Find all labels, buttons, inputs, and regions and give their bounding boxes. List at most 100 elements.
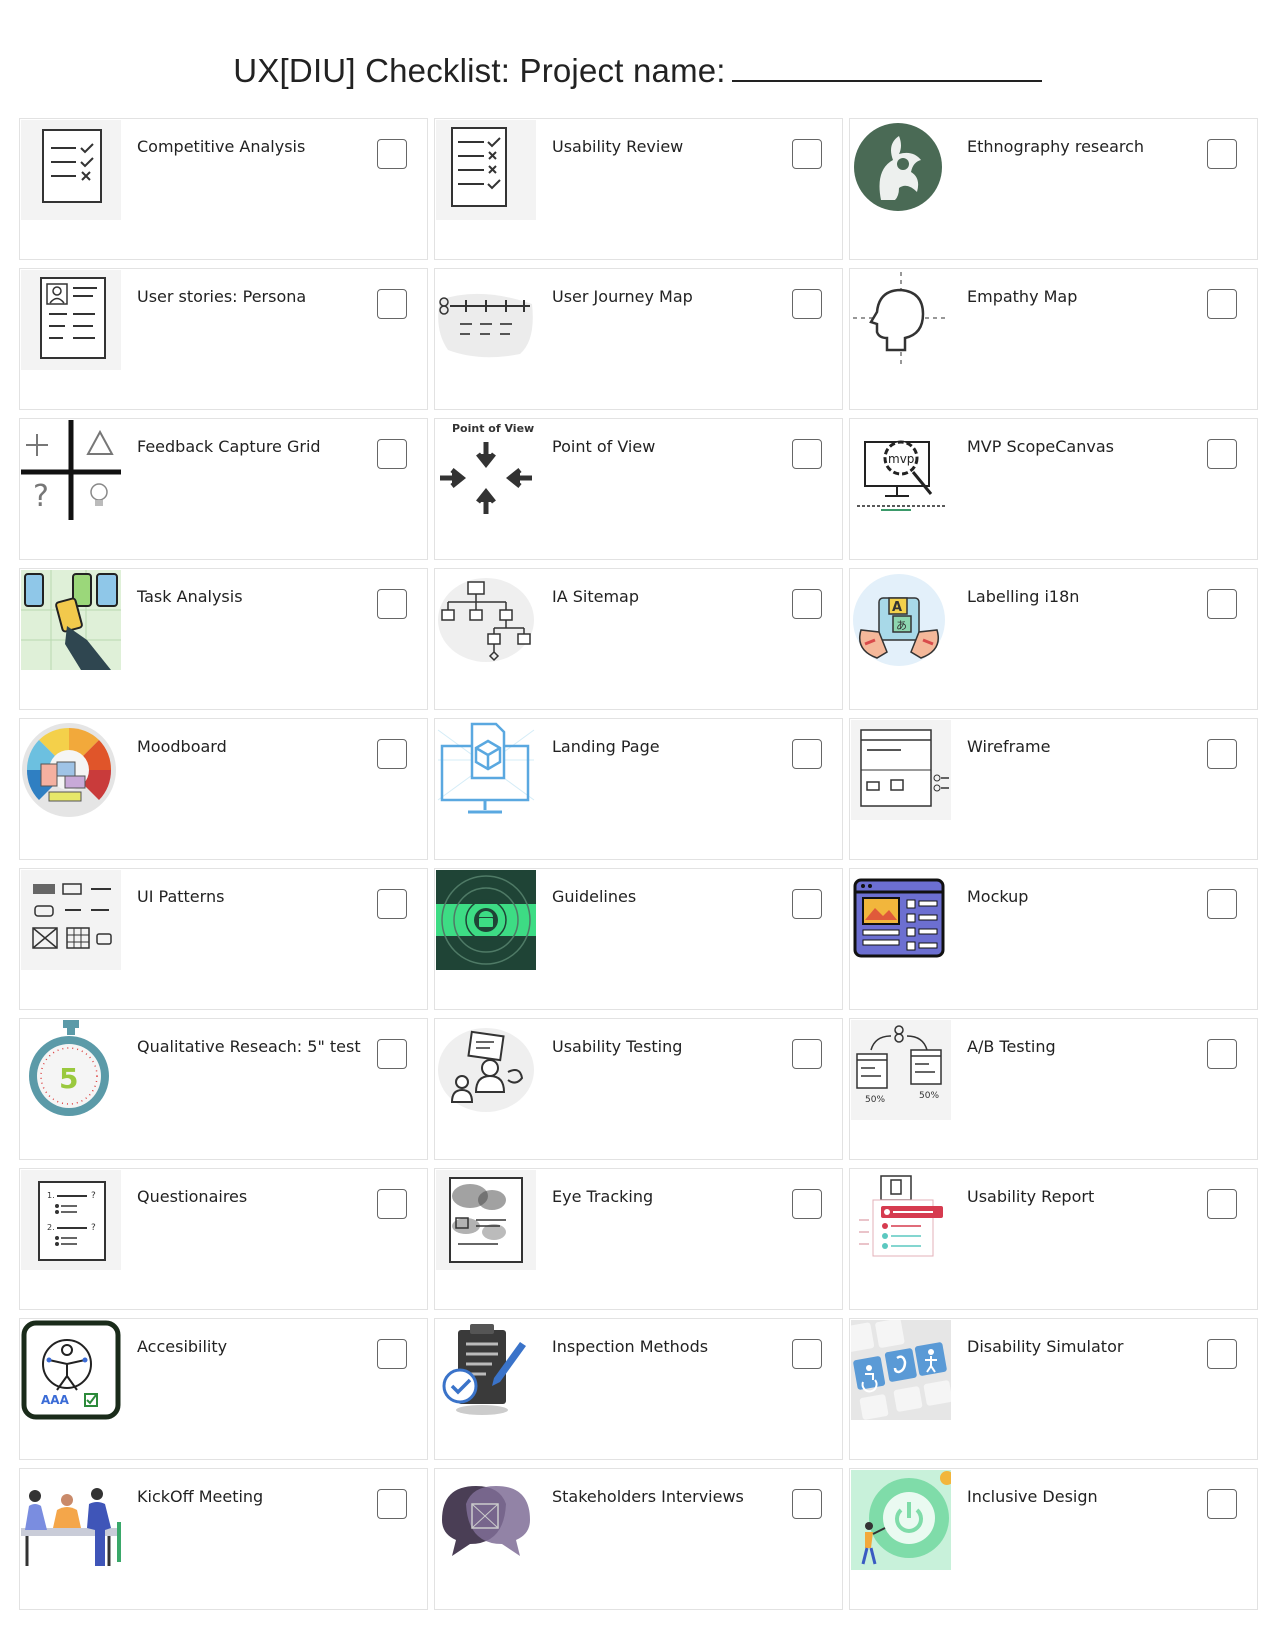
checkbox[interactable] [792, 589, 822, 619]
mvp-gear-icon: mvp [851, 420, 951, 520]
feedback-grid-icon: ? [21, 420, 121, 520]
task-analysis-icon [21, 570, 121, 670]
accessibility-icon: AAA [21, 1320, 121, 1420]
usability-testing-icon [436, 1020, 536, 1120]
checklist-card: mvp MVP ScopeCanvas [849, 418, 1258, 560]
translation-icon: A あ [851, 570, 951, 670]
svg-text:あ: あ [896, 619, 907, 632]
checkbox[interactable] [1207, 1039, 1237, 1069]
checkbox[interactable] [1207, 589, 1237, 619]
item-label: A/B Testing [967, 1037, 1056, 1056]
item-label: Moodboard [137, 737, 227, 756]
svg-text:50%: 50% [865, 1095, 885, 1105]
checklist-card: Ethnography research [849, 118, 1258, 260]
checkbox[interactable] [1207, 439, 1237, 469]
checkbox[interactable] [792, 889, 822, 919]
checklist-card: Competitive Analysis [19, 118, 428, 260]
checkbox[interactable] [377, 1339, 407, 1369]
ui-patterns-icon [21, 870, 121, 970]
item-label: Usability Testing [552, 1037, 683, 1056]
svg-text:?: ? [91, 1191, 96, 1201]
power-button-icon [851, 1470, 951, 1570]
point-of-view-caption: Point of View [452, 422, 534, 435]
point-of-view-icon: Point of View [436, 420, 536, 520]
checkbox[interactable] [377, 739, 407, 769]
checkbox[interactable] [1207, 1489, 1237, 1519]
item-label: Labelling i18n [967, 587, 1080, 606]
checklist-card: Eye Tracking [434, 1168, 843, 1310]
item-label: Ethnography research [967, 137, 1145, 156]
checklist-card: Guidelines [434, 868, 843, 1010]
checklist-card: 50% 50% A/B Testing [849, 1018, 1258, 1160]
checkbox[interactable] [1207, 1189, 1237, 1219]
checklist-card: User stories: Persona [19, 268, 428, 410]
item-label: Task Analysis [137, 587, 243, 606]
checklist-card: Moodboard [19, 718, 428, 860]
svg-text:A: A [892, 600, 902, 615]
checkbox[interactable] [377, 139, 407, 169]
checkbox[interactable] [1207, 1339, 1237, 1369]
checklist-card: UI Patterns [19, 868, 428, 1010]
checklist-icon [21, 120, 121, 220]
checkbox[interactable] [1207, 139, 1237, 169]
project-name-blank [731, 50, 1042, 82]
questionnaire-icon: 1. ? 2. ? [21, 1170, 121, 1270]
checklist-card: Point of View Point of View [434, 418, 843, 560]
item-label: Guidelines [552, 887, 637, 906]
checklist-card: Usability Report [849, 1168, 1258, 1310]
checkbox[interactable] [1207, 889, 1237, 919]
five-seconds-caption: 5 [59, 1062, 78, 1095]
heatmap-icon [436, 1170, 536, 1270]
item-label: UI Patterns [137, 887, 225, 906]
checklist-card: 1. ? 2. ? Questionaires [19, 1168, 428, 1310]
checkbox[interactable] [377, 439, 407, 469]
mvp-caption: mvp [888, 452, 914, 466]
item-label: Point of View [552, 437, 656, 456]
checklist-card: A あ Labelling i18n [849, 568, 1258, 710]
checklist-card: Inclusive Design [849, 1468, 1258, 1610]
svg-text:2.: 2. [47, 1223, 55, 1232]
checklist-card: Usability Testing [434, 1018, 843, 1160]
item-label: Empathy Map [967, 287, 1078, 306]
checklist-card: Inspection Methods [434, 1318, 843, 1460]
checklist-card: 5 Qualitative Reseach: 5" test [19, 1018, 428, 1160]
color-wheel-icon [21, 720, 121, 820]
checkbox[interactable] [1207, 739, 1237, 769]
item-label: Wireframe [967, 737, 1051, 756]
checkbox[interactable] [377, 889, 407, 919]
checkbox[interactable] [792, 439, 822, 469]
journey-map-icon [436, 270, 536, 370]
item-label: Inspection Methods [552, 1337, 709, 1356]
checkbox[interactable] [1207, 289, 1237, 319]
ethnography-icon [851, 120, 951, 220]
checkbox[interactable] [792, 1189, 822, 1219]
checkbox[interactable] [377, 1489, 407, 1519]
checkbox[interactable] [792, 1039, 822, 1069]
aaa-caption: AAA [41, 1393, 70, 1407]
checkbox[interactable] [792, 1339, 822, 1369]
checkbox[interactable] [792, 289, 822, 319]
svg-text:50%: 50% [919, 1091, 939, 1101]
head-icon [851, 270, 951, 370]
checkbox[interactable] [792, 1489, 822, 1519]
mockup-window-icon [851, 870, 951, 970]
checkbox[interactable] [377, 1189, 407, 1219]
checklist-card: Empathy Map [849, 268, 1258, 410]
item-label: Mockup [967, 887, 1029, 906]
sitemap-icon [436, 570, 536, 670]
android-guidelines-icon [436, 870, 536, 970]
checkbox[interactable] [792, 739, 822, 769]
checkbox[interactable] [377, 289, 407, 319]
checkbox[interactable] [377, 589, 407, 619]
accessibility-keys-icon [851, 1320, 951, 1420]
item-label: Accesibility [137, 1337, 228, 1356]
checkbox[interactable] [377, 1039, 407, 1069]
item-label: Usability Report [967, 1187, 1095, 1206]
monitor-cube-icon [436, 720, 536, 820]
checklist-card: Usability Review [434, 118, 843, 260]
checklist-card: AAA Accesibility [19, 1318, 428, 1460]
item-label: User Journey Map [552, 287, 693, 306]
ab-testing-icon: 50% 50% [851, 1020, 951, 1120]
page-title: UX[DIU] Checklist: Project name: [0, 50, 1275, 90]
checkbox[interactable] [792, 139, 822, 169]
